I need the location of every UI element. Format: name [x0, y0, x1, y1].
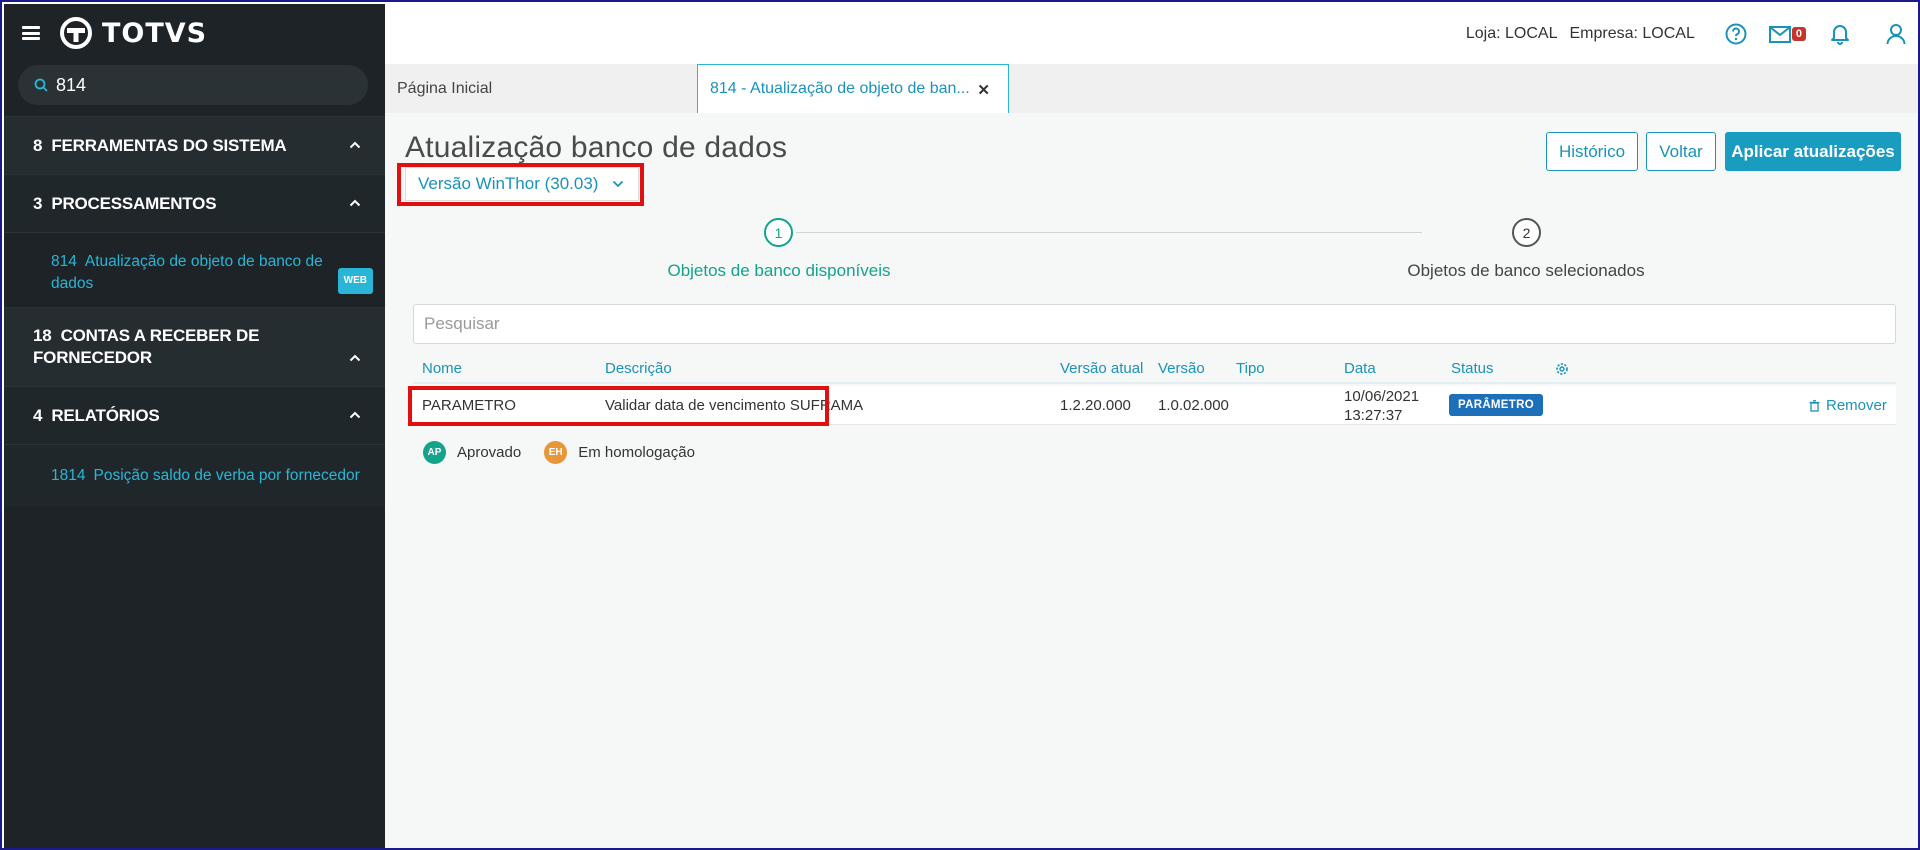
cell-time: 13:27:37 [1344, 407, 1403, 424]
tab-home[interactable]: Página Inicial [385, 64, 696, 113]
tab-814[interactable]: 814 - Atualização de objeto de ban... ✕ [697, 64, 1009, 113]
column-header-status[interactable]: Status [1451, 360, 1494, 377]
brand-name: TOTVS [102, 17, 208, 49]
brand-bar: TOTVS [4, 4, 385, 62]
tab-bar: Página Inicial 814 - Atualização de obje… [385, 64, 1918, 113]
chevron-up-icon [349, 199, 361, 206]
section-label: RELATÓRIOS [51, 405, 160, 425]
step-1-label: Objetos de banco disponíveis [667, 261, 891, 280]
section-code: 3 [33, 193, 43, 213]
step-1-circle[interactable]: 1 [764, 218, 793, 247]
chevron-down-icon [613, 180, 624, 188]
settings-gear-icon[interactable] [1554, 361, 1570, 377]
section-code: 4 [33, 405, 43, 425]
version-select[interactable]: Versão WinThor (30.03) [405, 167, 639, 201]
main-content: Atualização banco de dados Versão WinTho… [385, 113, 1918, 848]
store-label: Loja: LOCAL [1465, 25, 1558, 42]
mail-icon [1768, 25, 1791, 43]
sidebar-section-processamentos[interactable]: 3 PROCESSAMENTOS [4, 174, 385, 232]
menu-search[interactable] [18, 65, 368, 105]
section-label: PROCESSAMENTOS [51, 193, 217, 213]
item-label: Posição saldo de verba por fornecedor [93, 467, 360, 484]
column-header-tipo[interactable]: Tipo [1236, 360, 1265, 377]
hamburger-menu-icon[interactable] [22, 26, 40, 40]
remove-button[interactable]: Remover [1809, 397, 1887, 414]
column-header-versao-atual[interactable]: Versão atual [1060, 360, 1143, 377]
cell-description: Validar data de vencimento SUFRAMA [605, 397, 864, 414]
legend-approved-dot: AP [423, 441, 446, 464]
sidebar: TOTVS 8 FERRAMENTAS DO SISTEMA 3 PROCESS… [4, 4, 385, 848]
cell-name: PARAMETRO [422, 397, 516, 414]
back-button[interactable]: Voltar [1646, 132, 1716, 171]
step-2-label: Objetos de banco selecionados [1407, 261, 1645, 280]
search-input[interactable] [413, 304, 1896, 344]
table-row[interactable]: PARAMETRO Validar data de vencimento SUF… [413, 386, 1896, 425]
mail-button[interactable]: 0 [1768, 25, 1806, 43]
totvs-logo-icon [60, 17, 92, 49]
chevron-up-icon [349, 141, 361, 148]
item-code: 1814 [51, 467, 86, 484]
legend-approved-label: Aprovado [457, 444, 522, 461]
chevron-up-icon [349, 411, 361, 418]
history-button[interactable]: Histórico [1546, 132, 1638, 171]
mail-count-badge: 0 [1791, 27, 1806, 41]
user-icon [1886, 24, 1906, 45]
cell-date: 10/06/2021 [1344, 388, 1420, 405]
apply-updates-button[interactable]: Aplicar atualizações [1725, 132, 1901, 171]
web-badge: WEB [337, 268, 373, 294]
tab-label: Página Inicial [397, 79, 493, 97]
section-code: 18 [33, 326, 52, 345]
version-select-value: Versão WinThor (30.03) [418, 174, 599, 193]
cell-version: 1.0.02.000 [1158, 397, 1229, 414]
menu-search-input[interactable] [56, 74, 336, 96]
section-label: FERRAMENTAS DO SISTEMA [51, 135, 287, 155]
type-badge: PARÂMETRO [1449, 394, 1543, 416]
column-header-versao[interactable]: Versão [1158, 360, 1205, 377]
sidebar-menu: 8 FERRAMENTAS DO SISTEMA 3 PROCESSAMENTO… [4, 116, 385, 507]
item-label: Atualização de objeto de banco de dados [51, 253, 323, 292]
notifications-button[interactable] [1830, 23, 1850, 45]
sidebar-section-ferramentas[interactable]: 8 FERRAMENTAS DO SISTEMA [4, 116, 385, 174]
column-header-descricao[interactable]: Descrição [605, 360, 672, 377]
legend-homologation-label: Em homologação [578, 444, 695, 461]
table-header: Nome Descrição Versão atual Versão Tipo … [413, 355, 1896, 384]
column-header-data[interactable]: Data [1344, 360, 1376, 377]
trash-icon [1809, 399, 1820, 412]
chevron-up-icon [349, 354, 361, 362]
section-label: CONTAS A RECEBER DE FORNECEDOR [33, 326, 260, 367]
sidebar-item-814[interactable]: 814 Atualização de objeto de banco de dad… [4, 232, 385, 307]
search-icon [34, 78, 48, 92]
sidebar-item-1814[interactable]: 1814 Posição saldo de verba por fornecedo… [4, 444, 385, 507]
help-button[interactable] [1725, 23, 1747, 45]
remove-label: Remover [1826, 397, 1887, 414]
close-tab-icon[interactable]: ✕ [977, 81, 990, 99]
user-button[interactable] [1886, 23, 1906, 45]
app-window: TOTVS 8 FERRAMENTAS DO SISTEMA 3 PROCESS… [0, 0, 1920, 850]
page-title: Atualização banco de dados [405, 131, 788, 164]
tab-label: 814 - Atualização de objeto de ban... [710, 80, 970, 97]
step-2-circle[interactable]: 2 [1512, 218, 1541, 247]
sidebar-section-contas-receber[interactable]: 18 CONTAS A RECEBER DE FORNECEDOR [4, 307, 385, 386]
section-code: 8 [33, 135, 43, 155]
top-bar: Loja: LOCAL Empresa: LOCAL 0 [385, 4, 1918, 64]
item-code: 814 [51, 253, 77, 270]
status-legend: AP Aprovado EH Em homologação [423, 441, 718, 464]
sidebar-section-relatorios[interactable]: 4 RELATÓRIOS [4, 386, 385, 444]
totvs-logo[interactable]: TOTVS [60, 17, 207, 49]
company-label: Empresa: LOCAL [1569, 25, 1695, 42]
bell-icon [1831, 25, 1849, 45]
legend-homologation-dot: EH [544, 441, 568, 464]
help-icon [1725, 23, 1747, 45]
cell-current-version: 1.2.20.000 [1060, 397, 1131, 414]
stepper-line [796, 232, 1422, 233]
column-header-nome[interactable]: Nome [422, 360, 462, 377]
